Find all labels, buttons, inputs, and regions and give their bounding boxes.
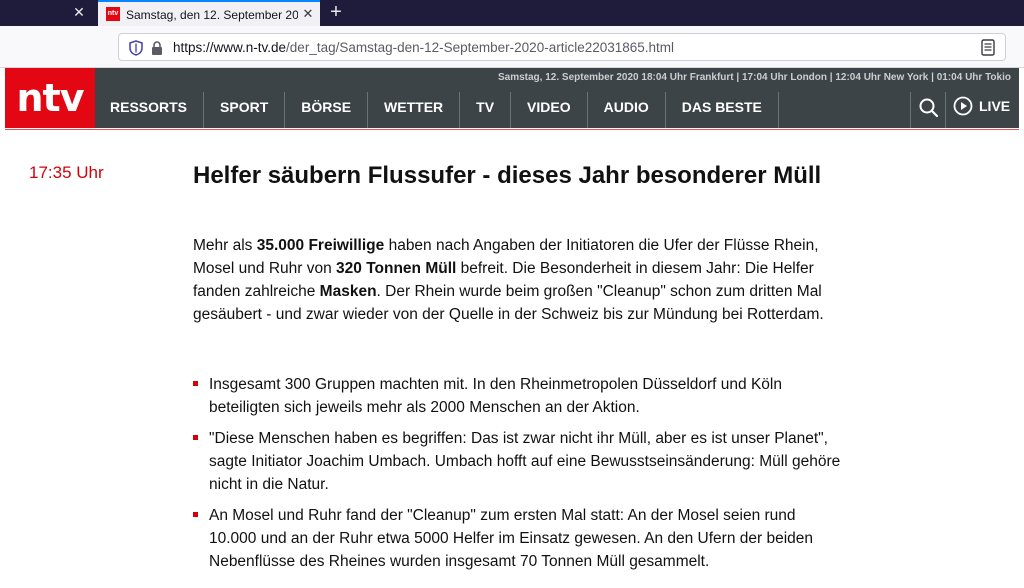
list-item: Insgesamt 300 Gruppen machten mit. In de… — [193, 373, 843, 419]
url-bar[interactable]: https://www.n-tv.de/der_tag/Samstag-den-… — [118, 33, 1006, 61]
site-header: ntv Samstag, 12. September 2020 18:04 Uh… — [5, 68, 1019, 128]
url-path: /der_tag/Samstag-den-12-September-2020-a… — [286, 40, 675, 55]
lead-highlight: Masken — [319, 283, 377, 300]
plus-icon[interactable]: + — [326, 2, 346, 24]
nav-item-sport[interactable]: SPORT — [204, 92, 286, 128]
lead-text: Mehr als — [193, 237, 257, 254]
close-icon[interactable]: ✕ — [70, 3, 88, 21]
list-item: An Mosel und Ruhr fand der "Cleanup" zum… — [193, 504, 843, 573]
live-label: LIVE — [979, 98, 1011, 114]
bullet-icon — [193, 381, 198, 386]
lead-highlight: 320 Tonnen Müll — [336, 260, 457, 277]
search-icon — [919, 98, 939, 118]
nav-item-wetter[interactable]: WETTER — [368, 92, 461, 128]
nav-item-video[interactable]: VIDEO — [511, 92, 588, 128]
bullet-icon — [193, 435, 198, 440]
reader-view-icon[interactable] — [981, 39, 995, 56]
live-button[interactable]: LIVE — [953, 96, 1010, 116]
lead-highlight: 35.000 Freiwillige — [256, 237, 385, 254]
main-nav: RESSORTS SPORT BÖRSE WETTER TV VIDEO AUD… — [95, 92, 779, 128]
shield-icon[interactable] — [129, 40, 143, 56]
bullet-text: "Diese Menschen haben es begriffen: Das … — [209, 430, 841, 493]
nav-item-boerse[interactable]: BÖRSE — [285, 92, 369, 128]
bullet-text: Insgesamt 300 Gruppen machten mit. In de… — [209, 376, 782, 416]
browser-toolbar: https://www.n-tv.de/der_tag/Samstag-den-… — [0, 26, 1024, 68]
bullet-text: An Mosel und Ruhr fand der "Cleanup" zum… — [209, 507, 814, 570]
nav-item-das-beste[interactable]: DAS BESTE — [666, 92, 779, 128]
article-time: 17:35 Uhr — [29, 163, 104, 182]
browser-tabstrip: ✕ ntv Samstag, den 12. September 2020 ✕ … — [0, 0, 1024, 26]
url-host: https://www.n-tv.de — [173, 40, 287, 55]
nav-item-ressorts[interactable]: RESSORTS — [95, 92, 205, 128]
list-item: "Diese Menschen haben es begriffen: Das … — [193, 427, 843, 496]
dateline: Samstag, 12. September 2020 18:04 Uhr Fr… — [497, 72, 1011, 83]
article-headline: Helfer säubern Flussufer - dieses Jahr b… — [193, 162, 822, 189]
play-circle-icon — [953, 96, 973, 116]
article-bullets: Insgesamt 300 Gruppen machten mit. In de… — [193, 373, 843, 581]
article-lead: Mehr als 35.000 Freiwillige haben nach A… — [193, 234, 843, 326]
divider — [5, 129, 1019, 130]
tab-title: Samstag, den 12. September 2020 — [126, 8, 298, 22]
bullet-icon — [193, 512, 198, 517]
url-text: https://www.n-tv.de/der_tag/Samstag-den-… — [173, 39, 674, 57]
browser-tab-active[interactable]: ntv Samstag, den 12. September 2020 ✕ — [98, 0, 320, 26]
nav-item-audio[interactable]: AUDIO — [588, 92, 666, 128]
close-icon[interactable]: ✕ — [300, 5, 316, 23]
lock-icon[interactable] — [151, 40, 163, 56]
nav-item-tv[interactable]: TV — [460, 92, 512, 128]
ntv-favicon-icon: ntv — [106, 7, 120, 21]
search-button[interactable] — [910, 92, 946, 128]
ntv-logo[interactable]: ntv — [5, 68, 95, 128]
